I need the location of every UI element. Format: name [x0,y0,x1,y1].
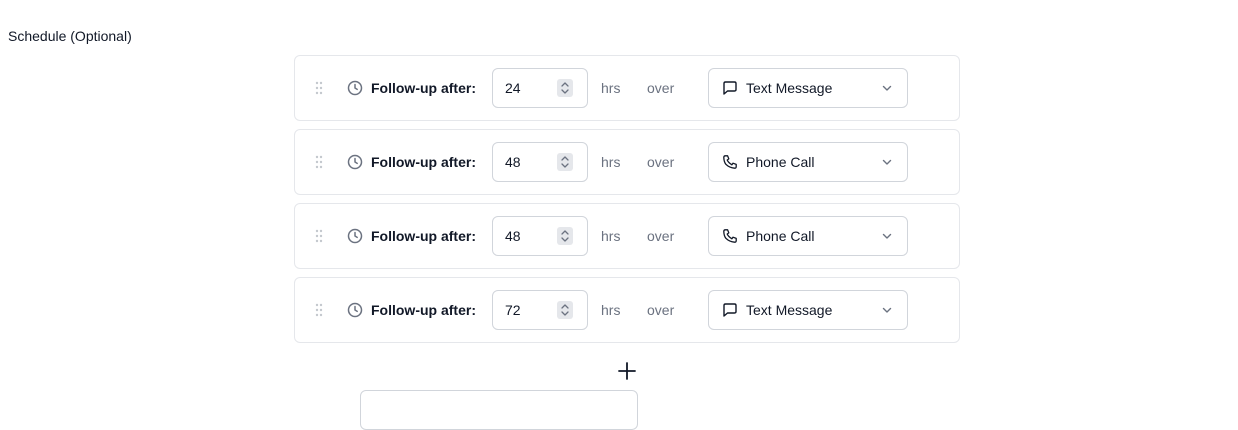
follow-up-label: Follow-up after: [371,80,476,96]
hours-input[interactable]: 48 [492,142,588,182]
channel-label: Phone Call [746,154,815,170]
spinner-icon[interactable] [557,301,573,319]
add-step-panel [360,390,638,430]
follow-up-row: Follow-up after: 72 hrs over Text Messag… [294,277,960,343]
clock-icon [347,302,363,318]
chevron-down-icon [882,159,892,165]
hours-input[interactable]: 48 [492,216,588,256]
channel-label: Phone Call [746,228,815,244]
channel-label: Text Message [746,302,833,318]
schedule-section-title: Schedule (Optional) [8,28,132,44]
phone-icon [723,155,737,169]
chevron-down-icon [882,233,892,239]
phone-icon [723,229,737,243]
channel-select[interactable]: Text Message [708,68,908,108]
channel-select[interactable]: Text Message [708,290,908,330]
spinner-icon[interactable] [557,79,573,97]
hours-value[interactable]: 24 [505,79,521,97]
channel-select[interactable]: Phone Call [708,216,908,256]
over-connector: over [647,80,675,96]
chevron-down-icon [882,307,892,313]
channel-select[interactable]: Phone Call [708,142,908,182]
hours-unit: hrs [601,80,621,96]
drag-handle-icon[interactable] [315,155,323,169]
hours-value[interactable]: 72 [505,301,521,319]
follow-up-label: Follow-up after: [371,228,476,244]
follow-up-label: Follow-up after: [371,302,476,318]
drag-handle-icon[interactable] [315,229,323,243]
drag-handle-icon[interactable] [315,81,323,95]
follow-up-row: Follow-up after: 48 hrs over Phone Call [294,129,960,195]
plus-icon[interactable] [617,361,637,381]
hours-value[interactable]: 48 [505,153,521,171]
clock-icon [347,228,363,244]
follow-up-label: Follow-up after: [371,154,476,170]
follow-up-row: Follow-up after: 48 hrs over Phone Call [294,203,960,269]
clock-icon [347,154,363,170]
message-square-icon [723,303,737,317]
hours-unit: hrs [601,302,621,318]
hours-value[interactable]: 48 [505,227,521,245]
hours-unit: hrs [601,228,621,244]
drag-handle-icon[interactable] [315,303,323,317]
message-square-icon [723,81,737,95]
follow-up-row: Follow-up after: 24 hrs over Text Messag… [294,55,960,121]
follow-up-list: Follow-up after: 24 hrs over Text Messag… [294,55,960,351]
over-connector: over [647,228,675,244]
spinner-icon[interactable] [557,153,573,171]
over-connector: over [647,154,675,170]
spinner-icon[interactable] [557,227,573,245]
over-connector: over [647,302,675,318]
hours-input[interactable]: 72 [492,290,588,330]
chevron-down-icon [882,85,892,91]
hours-input[interactable]: 24 [492,68,588,108]
hours-unit: hrs [601,154,621,170]
clock-icon [347,80,363,96]
channel-label: Text Message [746,80,833,96]
